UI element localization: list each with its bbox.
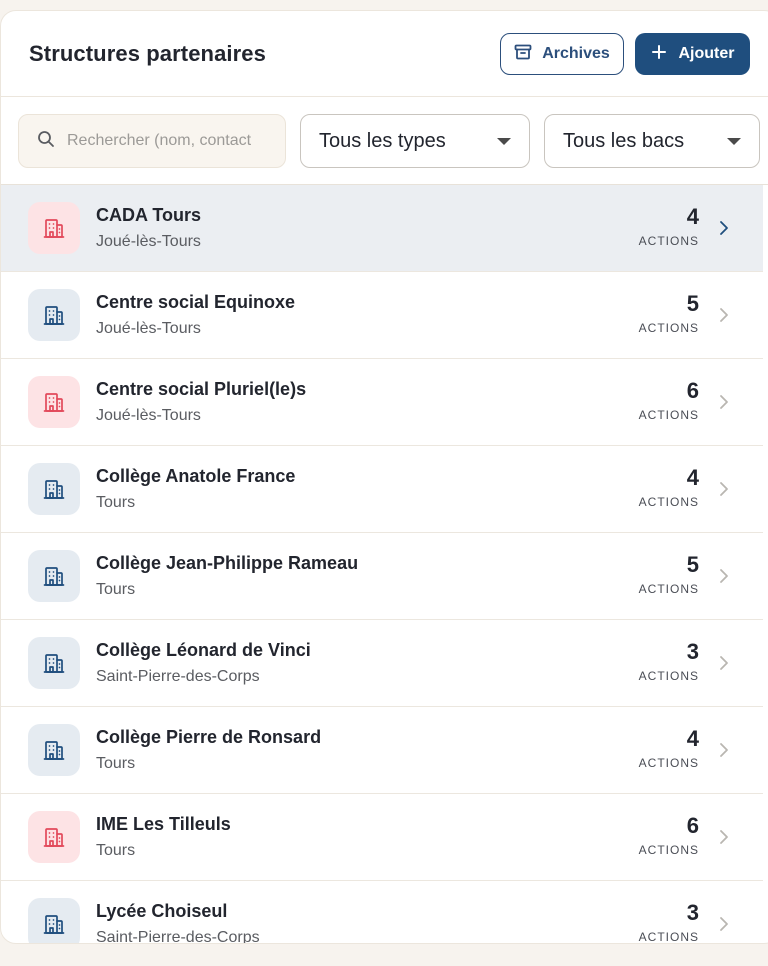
archives-button-label: Archives [542,45,610,62]
partners-panel: Structures partenaires Archives Ajouter [0,10,768,944]
building-icon [28,898,80,943]
actions-count: 3 [686,900,699,925]
building-icon [28,637,80,689]
actions-count: 4 [686,726,699,751]
chevron-right-icon [720,395,728,409]
structure-name: Collège Jean-Philippe Rameau [96,553,359,573]
list-item[interactable]: Collège Jean-Philippe Rameau Tours 5 ACT… [1,533,763,620]
chevron-right-icon [720,308,728,322]
list-item[interactable]: Collège Pierre de Ronsard Tours 4 ACTION… [1,707,763,794]
actions-count-label: ACTIONS [638,669,699,683]
chevron-right-icon [720,743,728,757]
structure-city: Joué-lès-Tours [96,407,201,424]
list-item[interactable]: IME Les Tilleuls Tours 6 ACTIONS [1,794,763,881]
actions-count: 6 [686,378,699,403]
building-icon [28,376,80,428]
search-input[interactable] [67,132,277,150]
actions-count: 3 [686,639,699,664]
structure-city: Saint-Pierre-des-Corps [96,668,260,685]
actions-count-label: ACTIONS [638,582,699,596]
structure-city: Tours [96,842,136,859]
list-item[interactable]: Centre social Equinoxe Joué-lès-Tours 5 … [1,272,763,359]
chevron-right-icon [720,569,728,583]
page-title: Structures partenaires [29,40,266,66]
building-icon [28,550,80,602]
structure-name: Collège Léonard de Vinci [96,640,311,660]
structure-name: IME Les Tilleuls [96,814,231,834]
structure-name: Collège Pierre de Ronsard [96,727,322,747]
structure-name: Centre social Pluriel(le)s [96,379,307,399]
actions-count: 4 [686,204,699,229]
structures-list: CADA Tours Joué-lès-Tours 4 ACTIONS Cent… [1,185,768,944]
search-box[interactable] [18,114,286,168]
building-icon [28,811,80,863]
building-icon [28,463,80,515]
chevron-right-icon [720,830,728,844]
actions-count-label: ACTIONS [638,930,699,944]
actions-count: 4 [686,465,699,490]
structure-city: Tours [96,755,136,772]
type-filter-select[interactable]: Tous les types [300,114,530,168]
structure-city: Tours [96,581,136,598]
actions-count-label: ACTIONS [638,843,699,857]
chevron-down-icon [497,137,511,145]
plus-icon [651,44,667,65]
chevron-right-icon [720,656,728,670]
list-item[interactable]: Collège Léonard de Vinci Saint-Pierre-de… [1,620,763,707]
add-button-label: Ajouter [678,45,735,62]
add-button[interactable]: Ajouter [635,33,750,75]
panel-header: Structures partenaires Archives Ajouter [1,11,768,97]
chevron-down-icon [727,137,741,145]
actions-count-label: ACTIONS [638,408,699,422]
actions-count-label: ACTIONS [638,234,699,248]
list-item[interactable]: Collège Anatole France Tours 4 ACTIONS [1,446,763,533]
building-icon [28,202,80,254]
archives-button[interactable]: Archives [500,33,624,75]
list-item[interactable]: Lycée Choiseul Saint-Pierre-des-Corps 3 … [1,881,763,944]
actions-count: 5 [686,552,699,577]
filters-bar: Tous les types Tous les bacs [1,97,768,185]
search-icon [37,130,55,153]
type-filter-value: Tous les types [319,129,446,152]
structure-name: Collège Anatole France [96,466,296,486]
actions-count: 5 [686,291,699,316]
chevron-right-icon [720,917,728,931]
chevron-right-icon [720,482,728,496]
structure-city: Tours [96,494,136,511]
actions-count-label: ACTIONS [638,756,699,770]
bac-filter-value: Tous les bacs [563,129,685,152]
structure-name: CADA Tours [96,205,201,225]
structure-city: Joué-lès-Tours [96,320,201,337]
structure-name: Centre social Equinoxe [96,292,296,312]
actions-count-label: ACTIONS [638,321,699,335]
actions-count-label: ACTIONS [638,495,699,509]
structure-city: Joué-lès-Tours [96,233,201,250]
chevron-right-icon [720,221,728,235]
building-icon [28,289,80,341]
bac-filter-select[interactable]: Tous les bacs [544,114,760,168]
list-item[interactable]: CADA Tours Joué-lès-Tours 4 ACTIONS [1,185,763,272]
structure-name: Lycée Choiseul [96,901,228,921]
list-item[interactable]: Centre social Pluriel(le)s Joué-lès-Tour… [1,359,763,446]
structure-city: Saint-Pierre-des-Corps [96,929,260,944]
archive-box-icon [514,43,532,66]
actions-count: 6 [686,813,699,838]
building-icon [28,724,80,776]
